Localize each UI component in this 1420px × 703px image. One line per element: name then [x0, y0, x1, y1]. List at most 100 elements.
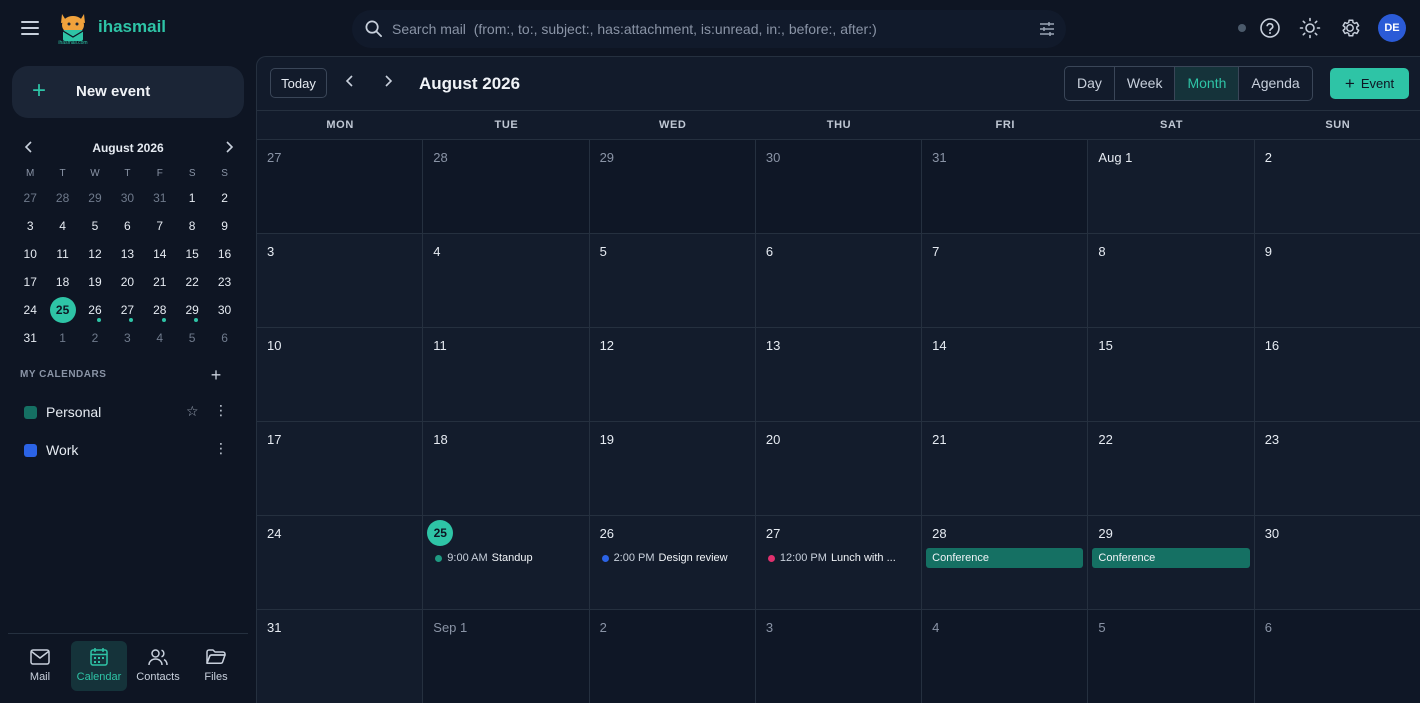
mini-day-today[interactable]: 25: [46, 296, 78, 324]
mini-day[interactable]: 18: [46, 268, 78, 296]
help-icon[interactable]: [1258, 16, 1282, 40]
nav-mail[interactable]: Mail: [12, 641, 68, 691]
day-cell[interactable]: 31: [922, 140, 1089, 234]
today-button[interactable]: Today: [270, 68, 327, 98]
mini-day[interactable]: 23: [208, 268, 240, 296]
day-cell[interactable]: 4: [423, 234, 590, 328]
mini-day[interactable]: 13: [111, 240, 143, 268]
day-cell[interactable]: 26 2:00 PM Design review: [589, 516, 756, 610]
chevron-left-icon[interactable]: [343, 74, 357, 93]
all-day-event[interactable]: Conference: [1092, 548, 1250, 568]
brand-name[interactable]: ihasmail: [98, 17, 166, 37]
mini-day[interactable]: 10: [14, 240, 46, 268]
mini-day[interactable]: 2: [79, 324, 111, 352]
day-cell[interactable]: 25 9:00 AM Standup: [423, 516, 590, 610]
mini-day[interactable]: 8: [176, 212, 208, 240]
star-icon[interactable]: ☆: [186, 403, 199, 420]
day-cell[interactable]: 18: [423, 422, 590, 516]
menu-icon[interactable]: [18, 16, 42, 40]
mini-day[interactable]: 28: [144, 296, 176, 324]
gear-icon[interactable]: [1338, 16, 1362, 40]
new-event-button[interactable]: + New event: [12, 66, 244, 118]
day-cell[interactable]: 5: [1088, 610, 1255, 703]
day-cell[interactable]: 29: [589, 140, 756, 234]
mini-day[interactable]: 31: [144, 184, 176, 212]
day-cell[interactable]: 27 12:00 PM Lunch with ...: [755, 516, 923, 610]
mini-day[interactable]: 14: [144, 240, 176, 268]
calendar-item-personal[interactable]: Personal ☆ ⋮: [24, 402, 234, 422]
day-cell[interactable]: 13: [755, 328, 923, 422]
day-cell[interactable]: 8: [1088, 234, 1255, 328]
more-vertical-icon[interactable]: ⋮: [214, 402, 228, 419]
day-cell[interactable]: 6: [755, 234, 923, 328]
mini-day[interactable]: 29: [176, 296, 208, 324]
day-cell[interactable]: 15: [1088, 328, 1255, 422]
day-cell[interactable]: 2: [1254, 140, 1420, 234]
day-cell[interactable]: 19: [589, 422, 756, 516]
mini-day[interactable]: 22: [176, 268, 208, 296]
day-cell[interactable]: 10: [257, 328, 424, 422]
mini-day[interactable]: 6: [111, 212, 143, 240]
search-input[interactable]: [392, 10, 1022, 48]
mini-day[interactable]: 5: [79, 212, 111, 240]
day-cell[interactable]: 11: [423, 328, 590, 422]
chevron-right-icon[interactable]: [381, 74, 395, 93]
chevron-right-icon[interactable]: [222, 140, 236, 159]
avatar[interactable]: DE: [1378, 14, 1406, 42]
mini-day[interactable]: 4: [46, 212, 78, 240]
view-week-button[interactable]: Week: [1115, 67, 1176, 100]
day-cell[interactable]: 28: [423, 140, 590, 234]
nav-contacts[interactable]: Contacts: [130, 641, 186, 691]
day-cell[interactable]: 23: [1254, 422, 1420, 516]
day-cell[interactable]: Sep 1: [423, 610, 590, 703]
mini-day[interactable]: 2: [208, 184, 240, 212]
day-cell[interactable]: 30: [755, 140, 923, 234]
event-chip[interactable]: 12:00 PM Lunch with ...: [767, 552, 915, 564]
mini-day[interactable]: 20: [111, 268, 143, 296]
day-cell[interactable]: 5: [589, 234, 756, 328]
day-cell[interactable]: 3: [257, 234, 424, 328]
nav-files[interactable]: Files: [188, 641, 244, 691]
day-cell[interactable]: 31: [257, 610, 424, 703]
mini-day[interactable]: 27: [14, 184, 46, 212]
mini-day[interactable]: 24: [14, 296, 46, 324]
mini-day[interactable]: 15: [176, 240, 208, 268]
day-cell[interactable]: 21: [922, 422, 1089, 516]
mini-day[interactable]: 9: [208, 212, 240, 240]
mini-day[interactable]: 17: [14, 268, 46, 296]
mini-day[interactable]: 27: [111, 296, 143, 324]
mini-day[interactable]: 4: [144, 324, 176, 352]
logo[interactable]: ihasmail.com: [56, 10, 90, 46]
day-cell[interactable]: 22: [1088, 422, 1255, 516]
all-day-event[interactable]: Conference: [926, 548, 1084, 568]
day-cell[interactable]: Aug 1: [1088, 140, 1255, 234]
day-cell[interactable]: 14: [922, 328, 1089, 422]
day-cell[interactable]: 17: [257, 422, 424, 516]
mini-day[interactable]: 1: [176, 184, 208, 212]
view-day-button[interactable]: Day: [1065, 67, 1115, 100]
event-chip[interactable]: 9:00 AM Standup: [435, 552, 582, 564]
mini-day[interactable]: 1: [46, 324, 78, 352]
search-options-icon[interactable]: [1038, 20, 1056, 43]
day-cell[interactable]: 24: [257, 516, 424, 610]
day-cell[interactable]: 3: [755, 610, 923, 703]
day-cell[interactable]: 7: [922, 234, 1089, 328]
mini-day[interactable]: 7: [144, 212, 176, 240]
day-cell[interactable]: 30: [1254, 516, 1420, 610]
mini-day[interactable]: 11: [46, 240, 78, 268]
day-cell[interactable]: 2: [589, 610, 756, 703]
day-cell[interactable]: 12: [589, 328, 756, 422]
day-cell[interactable]: 28 Conference: [922, 516, 1089, 610]
mini-day[interactable]: 30: [111, 184, 143, 212]
mini-day[interactable]: 26: [79, 296, 111, 324]
mini-day[interactable]: 21: [144, 268, 176, 296]
nav-calendar[interactable]: Calendar: [71, 641, 127, 691]
mini-day[interactable]: 6: [208, 324, 240, 352]
day-cell[interactable]: 27: [257, 140, 424, 234]
mini-day[interactable]: 30: [208, 296, 240, 324]
mini-day[interactable]: 28: [46, 184, 78, 212]
day-cell[interactable]: 20: [755, 422, 923, 516]
more-vertical-icon[interactable]: ⋮: [214, 440, 228, 457]
mini-day[interactable]: 12: [79, 240, 111, 268]
add-calendar-icon[interactable]: +: [206, 366, 226, 386]
